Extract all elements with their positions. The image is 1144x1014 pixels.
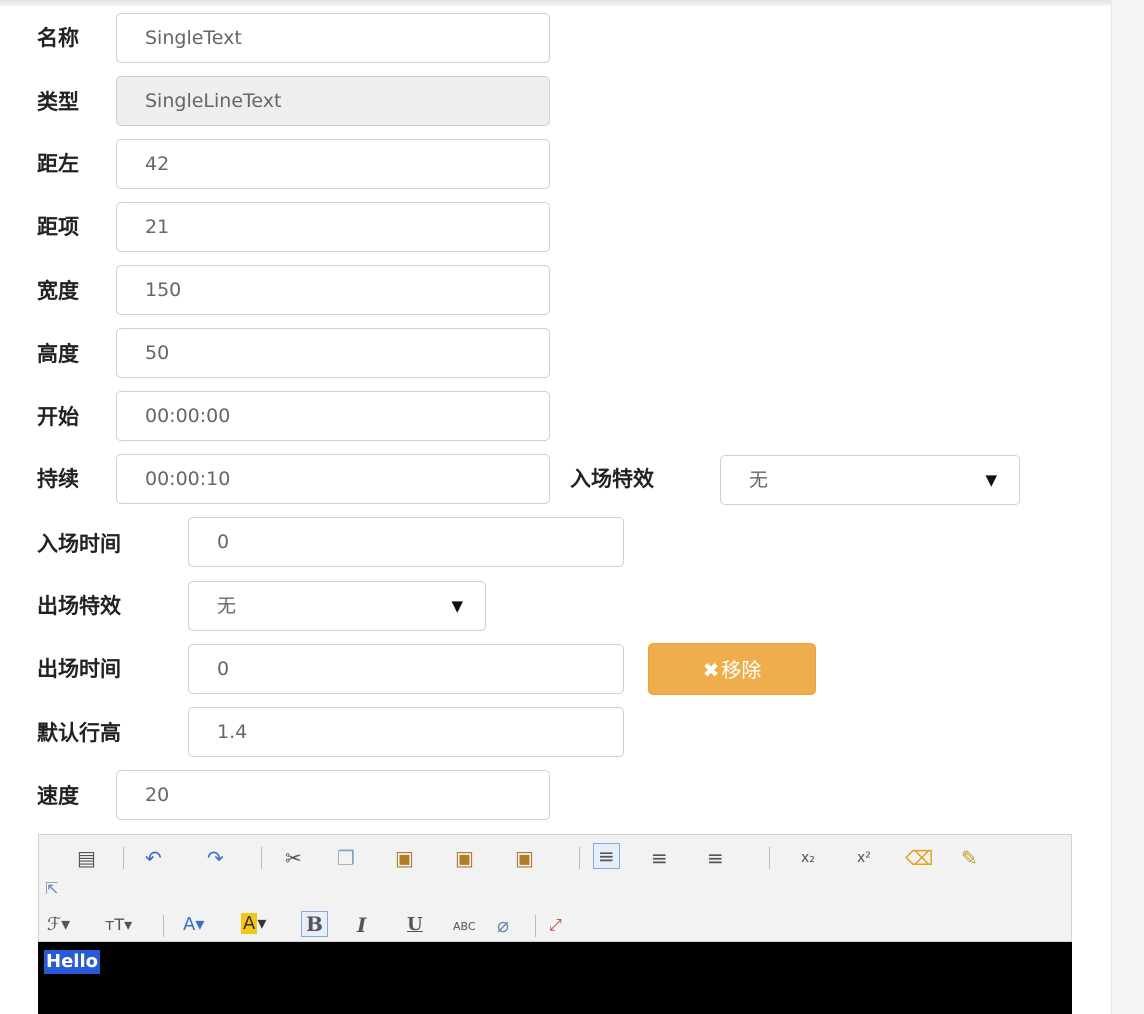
exit-time-value: 0 xyxy=(217,658,230,680)
speed-label: 速度 xyxy=(37,784,79,808)
top-value: 21 xyxy=(145,216,170,238)
type-input: SingleLineText xyxy=(116,76,550,126)
font-color-icon[interactable]: A▾ xyxy=(183,913,204,937)
underline-icon[interactable]: U xyxy=(407,913,423,937)
duration-value: 00:00:10 xyxy=(145,468,231,490)
enter-time-label: 入场时间 xyxy=(37,532,121,556)
caret-down-icon: ▼ xyxy=(985,471,997,489)
paste-text-icon[interactable]: ▣ xyxy=(455,846,474,870)
paste-word-icon[interactable]: ▣ xyxy=(515,846,534,870)
editor-selected-text[interactable]: Hello xyxy=(44,950,100,974)
line-height-input[interactable]: 1.4 xyxy=(188,707,624,757)
height-value: 50 xyxy=(145,342,170,364)
close-icon: ✖ xyxy=(702,658,720,682)
clear-format-icon[interactable]: ⌫ xyxy=(905,846,933,870)
italic-icon[interactable]: I xyxy=(357,913,366,937)
exit-time-input[interactable]: 0 xyxy=(188,644,624,694)
start-value: 00:00:00 xyxy=(145,405,231,427)
top-border xyxy=(0,0,1144,6)
editor-content[interactable]: Hello xyxy=(38,942,1072,1014)
name-label: 名称 xyxy=(37,26,79,50)
select-icon[interactable]: ⇱ xyxy=(45,877,58,901)
left-label: 距左 xyxy=(37,152,79,176)
width-label: 宽度 xyxy=(37,279,79,303)
exit-effect-value: 无 xyxy=(217,595,237,617)
line-height-label: 默认行高 xyxy=(37,721,121,745)
top-input[interactable]: 21 xyxy=(116,202,550,252)
font-family-icon[interactable]: ℱ▾ xyxy=(47,913,70,937)
duration-label: 持续 xyxy=(37,467,79,491)
enter-effect-label: 入场特效 xyxy=(570,467,654,491)
left-input[interactable]: 42 xyxy=(116,139,550,189)
toolbar-separator xyxy=(579,847,580,869)
bold-icon[interactable]: B xyxy=(301,911,328,937)
enter-time-value: 0 xyxy=(217,531,230,553)
left-value: 42 xyxy=(145,153,170,175)
enter-effect-value: 无 xyxy=(749,469,769,491)
height-input[interactable]: 50 xyxy=(116,328,550,378)
width-value: 150 xyxy=(145,279,182,301)
toolbar-separator xyxy=(769,847,770,869)
exit-effect-select[interactable]: 无 ▼ xyxy=(188,581,486,631)
toolbar-separator xyxy=(535,915,536,937)
right-scroll-area[interactable] xyxy=(1111,0,1144,1014)
eraser-icon[interactable]: ⌀ xyxy=(497,913,509,937)
cut-icon[interactable]: ✂ xyxy=(285,846,302,870)
align-left-icon[interactable]: ≡ xyxy=(593,843,620,869)
type-label: 类型 xyxy=(37,90,79,114)
width-input[interactable]: 150 xyxy=(116,265,550,315)
source-icon[interactable]: ▤ xyxy=(77,846,96,870)
exit-time-label: 出场时间 xyxy=(37,657,121,681)
superscript-icon[interactable]: x² xyxy=(857,846,871,870)
fullscreen-icon[interactable]: ⤢ xyxy=(549,913,562,937)
font-size-icon[interactable]: ᴛT▾ xyxy=(105,913,132,937)
undo-icon[interactable]: ↶ xyxy=(145,846,162,870)
start-input[interactable]: 00:00:00 xyxy=(116,391,550,441)
remove-button-label: 移除 xyxy=(721,658,762,682)
name-input[interactable]: SingleText xyxy=(116,13,550,63)
toolbar-separator xyxy=(123,847,124,869)
type-value: SingleLineText xyxy=(145,90,282,112)
start-label: 开始 xyxy=(37,405,79,429)
height-label: 高度 xyxy=(37,342,79,366)
duration-input[interactable]: 00:00:10 xyxy=(116,454,550,504)
align-center-icon[interactable]: ≡ xyxy=(651,846,668,870)
paste-icon[interactable]: ▣ xyxy=(395,846,414,870)
remove-button[interactable]: ✖ 移除 xyxy=(648,643,816,695)
enter-time-input[interactable]: 0 xyxy=(188,517,624,567)
enter-effect-select[interactable]: 无 ▼ xyxy=(720,455,1020,505)
top-label: 距项 xyxy=(37,215,79,239)
background-color-icon[interactable]: A ▾ xyxy=(241,912,266,936)
name-value: SingleText xyxy=(145,27,242,49)
redo-icon[interactable]: ↷ xyxy=(207,846,224,870)
editor-toolbar: ▤ ↶ ↷ ✂ ❐ ▣ ▣ ▣ ≡ ≡ ≡ x₂ x² ⌫ ✎ ⇱ ℱ▾ ᴛT▾… xyxy=(38,834,1072,942)
line-height-value: 1.4 xyxy=(217,721,248,743)
exit-effect-label: 出场特效 xyxy=(37,594,121,618)
strikethrough-icon[interactable]: ABC xyxy=(453,915,476,939)
rich-text-editor: ▤ ↶ ↷ ✂ ❐ ▣ ▣ ▣ ≡ ≡ ≡ x₂ x² ⌫ ✎ ⇱ ℱ▾ ᴛT▾… xyxy=(38,834,1072,1014)
toolbar-separator xyxy=(261,847,262,869)
speed-input[interactable]: 20 xyxy=(116,770,550,820)
speed-value: 20 xyxy=(145,784,170,806)
copy-icon[interactable]: ❐ xyxy=(337,846,355,870)
caret-down-icon: ▼ xyxy=(451,597,463,615)
align-right-icon[interactable]: ≡ xyxy=(707,846,724,870)
toolbar-separator xyxy=(163,915,164,937)
subscript-icon[interactable]: x₂ xyxy=(801,846,815,870)
edit-icon[interactable]: ✎ xyxy=(961,846,978,870)
